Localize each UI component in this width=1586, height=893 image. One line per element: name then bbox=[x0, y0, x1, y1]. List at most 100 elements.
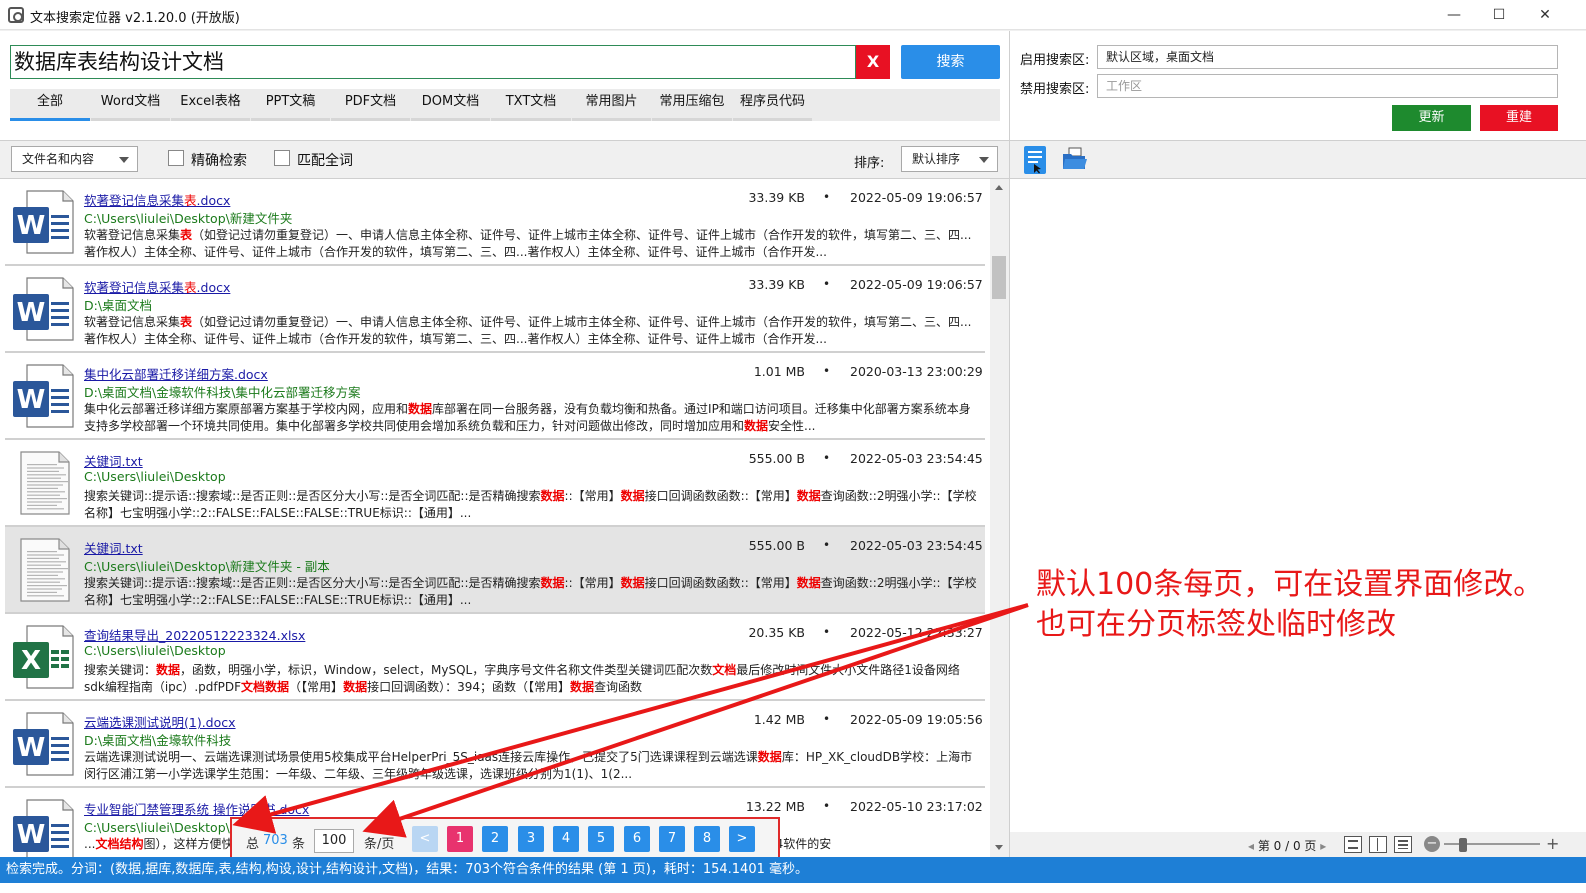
two-page-icon[interactable] bbox=[1369, 836, 1387, 853]
maximize-button[interactable]: ☐ bbox=[1476, 0, 1522, 30]
page-size-input[interactable]: 100 bbox=[314, 829, 354, 853]
grid-page-icon[interactable] bbox=[1394, 836, 1412, 853]
zoom-out-icon[interactable]: − bbox=[1424, 836, 1440, 852]
file-size: 1.01 MB bbox=[753, 364, 805, 379]
scroll-down-icon[interactable] bbox=[995, 845, 1003, 850]
file-size: 20.35 KB bbox=[748, 625, 805, 640]
file-name-link[interactable]: 查询结果导出_20220512223324.xlsx bbox=[84, 625, 305, 644]
tab-all[interactable]: 全部 bbox=[10, 89, 90, 121]
open-folder-icon[interactable] bbox=[1062, 147, 1088, 171]
window-bottom-edge bbox=[0, 883, 1586, 893]
exact-search-label: 精确检索 bbox=[191, 153, 247, 169]
search-panel: 数据库表结构设计文档 X 搜索 全部 Word文档 Excel表格 PPT文稿 … bbox=[0, 31, 1010, 141]
minimize-btn[interactable]: — bbox=[1431, 0, 1477, 30]
page-button[interactable]: 1 bbox=[447, 826, 473, 852]
rebuild-button[interactable]: 重建 bbox=[1480, 105, 1558, 131]
page-button[interactable]: 8 bbox=[694, 826, 720, 852]
tab-images[interactable]: 常用图片 bbox=[572, 89, 651, 121]
prev-page-button[interactable]: < bbox=[412, 826, 438, 852]
page-button[interactable]: 6 bbox=[624, 826, 650, 852]
preview-statusbar: ◂ 第 0 / 0 页 ▸ − + bbox=[1010, 832, 1586, 857]
result-item[interactable]: 关键词.txt 555.00 B • 2022-05-03 23:54:45 C:\Us… bbox=[5, 440, 985, 527]
file-date: 2022-05-12 22:33:27 bbox=[850, 625, 983, 640]
file-path[interactable]: D:\桌面文档 bbox=[84, 295, 152, 314]
results-list: W 软著登记信息采集表.docx 33.39 KB • 2022-05-09 19:06… bbox=[0, 179, 990, 857]
content-snippet: 搜索关键词::提示语::搜索域::是否正则::是否区分大小写::是否全词匹配::… bbox=[84, 576, 977, 607]
result-item[interactable]: W 软著登记信息采集表.docx 33.39 KB • 2022-05-09 19:06… bbox=[5, 266, 985, 353]
file-name-link[interactable]: 软著登记信息采集表.docx bbox=[84, 190, 230, 209]
disabled-area-field[interactable]: 工作区 bbox=[1097, 74, 1558, 98]
page-button[interactable]: 7 bbox=[659, 826, 685, 852]
result-item[interactable]: W 云端选课测试说明(1).docx 1.42 MB • 2022-05-09 19:0… bbox=[5, 701, 985, 788]
file-path[interactable]: D:\桌面文档\金壕软件科技\集中化云部署迁移方案 bbox=[84, 382, 360, 401]
chevron-down-icon bbox=[119, 157, 129, 163]
file-name-link[interactable]: 集中化云部署迁移详细方案.docx bbox=[84, 364, 268, 383]
clear-search-button[interactable]: X bbox=[856, 45, 890, 79]
file-name-link[interactable]: 专业智能门禁管理系统 操作说明书.docx bbox=[84, 799, 309, 818]
file-path[interactable]: C:\Users\liulei\Desktop bbox=[84, 469, 226, 484]
tab-archives[interactable]: 常用压缩包 bbox=[652, 89, 732, 121]
tab-dom[interactable]: DOM文档 bbox=[411, 89, 490, 121]
preview-toolbar bbox=[1010, 141, 1586, 179]
search-button[interactable]: 搜索 bbox=[901, 45, 1000, 79]
zoom-in-icon[interactable]: + bbox=[1546, 834, 1559, 853]
result-item[interactable]: W 集中化云部署迁移详细方案.docx 1.01 MB • 2020-03-13 23:… bbox=[5, 353, 985, 440]
tab-pdf[interactable]: PDF文档 bbox=[331, 89, 410, 121]
file-name-link[interactable]: 关键词.txt bbox=[84, 538, 143, 557]
scroll-thumb[interactable] bbox=[992, 256, 1006, 299]
file-size: 33.39 KB bbox=[748, 190, 805, 205]
scope-select[interactable]: 文件名和内容 bbox=[11, 146, 138, 172]
file-path[interactable]: C:\Users\liulei\Desktop\新建文件夹 - 副本 bbox=[84, 556, 330, 575]
pagination: 总 703 条 100 条/页 < 1 2 3 4 5 6 7 8 > bbox=[230, 817, 780, 862]
file-path[interactable]: C:\Users\liulei\Desktop\新建文件夹 bbox=[84, 208, 292, 227]
svg-text:W: W bbox=[17, 733, 46, 763]
tab-txt[interactable]: TXT文档 bbox=[491, 89, 571, 121]
total-count: 703 bbox=[263, 833, 288, 848]
next-page-button[interactable]: > bbox=[729, 826, 755, 852]
file-name-link[interactable]: 云端选课测试说明(1).docx bbox=[84, 712, 236, 731]
disabled-area-label: 禁用搜索区: bbox=[1020, 82, 1090, 97]
preview-area[interactable] bbox=[1010, 179, 1586, 832]
close-window-button[interactable]: ✕ bbox=[1522, 0, 1568, 30]
enabled-area-label: 启用搜索区: bbox=[1020, 53, 1090, 68]
document-view-icon[interactable] bbox=[1024, 146, 1046, 174]
tab-code[interactable]: 程序员代码 bbox=[733, 89, 812, 121]
page-button[interactable]: 3 bbox=[518, 826, 544, 852]
content-snippet: 软著登记信息采集表（如登记过请勿重复登记）一、申请人信息主体全称、证件号、证件上… bbox=[84, 228, 972, 259]
tab-excel[interactable]: Excel表格 bbox=[171, 89, 250, 121]
file-name-link[interactable]: 关键词.txt bbox=[84, 451, 143, 470]
file-date: 2022-05-09 19:05:56 bbox=[850, 712, 983, 727]
word-file-icon: W bbox=[11, 798, 77, 857]
single-page-icon[interactable] bbox=[1344, 836, 1362, 853]
prev-page-icon[interactable]: ◂ bbox=[1248, 839, 1254, 853]
file-path[interactable]: D:\桌面文档\金壕软件科技 bbox=[84, 730, 231, 749]
page-button[interactable]: 5 bbox=[588, 826, 614, 852]
annotation-text: 默认100条每页，可在设置界面修改。 也可在分页标签处临时修改 bbox=[1036, 565, 1543, 645]
page-button[interactable]: 2 bbox=[482, 826, 508, 852]
search-input[interactable]: 数据库表结构设计文档 bbox=[10, 45, 856, 79]
word-file-icon: W bbox=[11, 711, 77, 777]
file-name-link[interactable]: 软著登记信息采集表.docx bbox=[84, 277, 230, 296]
sort-select[interactable]: 默认排序 bbox=[901, 146, 998, 172]
svg-text:W: W bbox=[17, 211, 46, 241]
page-button[interactable]: 4 bbox=[553, 826, 579, 852]
zoom-slider-thumb[interactable] bbox=[1459, 838, 1468, 852]
scroll-up-icon[interactable] bbox=[995, 185, 1003, 190]
enabled-area-field[interactable]: 默认区域，桌面文档 bbox=[1097, 45, 1558, 69]
file-path[interactable]: C:\Users\liulei\Desktop bbox=[84, 643, 226, 658]
tab-word[interactable]: Word文档 bbox=[91, 89, 170, 121]
separator-dot: • bbox=[823, 625, 831, 639]
file-date: 2022-05-10 23:17:02 bbox=[850, 799, 983, 814]
exact-search-checkbox[interactable] bbox=[168, 150, 184, 166]
result-item[interactable]: X 查询结果导出_20220512223324.xlsx 20.35 KB • 2022… bbox=[5, 614, 985, 701]
update-button[interactable]: 更新 bbox=[1392, 105, 1471, 131]
file-size: 555.00 B bbox=[748, 538, 805, 553]
next-page-icon[interactable]: ▸ bbox=[1320, 839, 1326, 853]
tab-ppt[interactable]: PPT文稿 bbox=[251, 89, 330, 121]
whole-word-checkbox[interactable] bbox=[274, 150, 290, 166]
results-scrollbar[interactable] bbox=[990, 179, 1009, 857]
content-snippet: 云端选课测试说明一、云端选课测试场景使用5校集成平台HelperPri_5S_i… bbox=[84, 750, 973, 781]
file-type-tabs: 全部 Word文档 Excel表格 PPT文稿 PDF文档 DOM文档 TXT文… bbox=[10, 89, 1000, 121]
result-item[interactable]: W 软著登记信息采集表.docx 33.39 KB • 2022-05-09 19:06… bbox=[5, 179, 985, 266]
result-item[interactable]: 关键词.txt 555.00 B • 2022-05-03 23:54:45 C:\Us… bbox=[5, 527, 985, 614]
